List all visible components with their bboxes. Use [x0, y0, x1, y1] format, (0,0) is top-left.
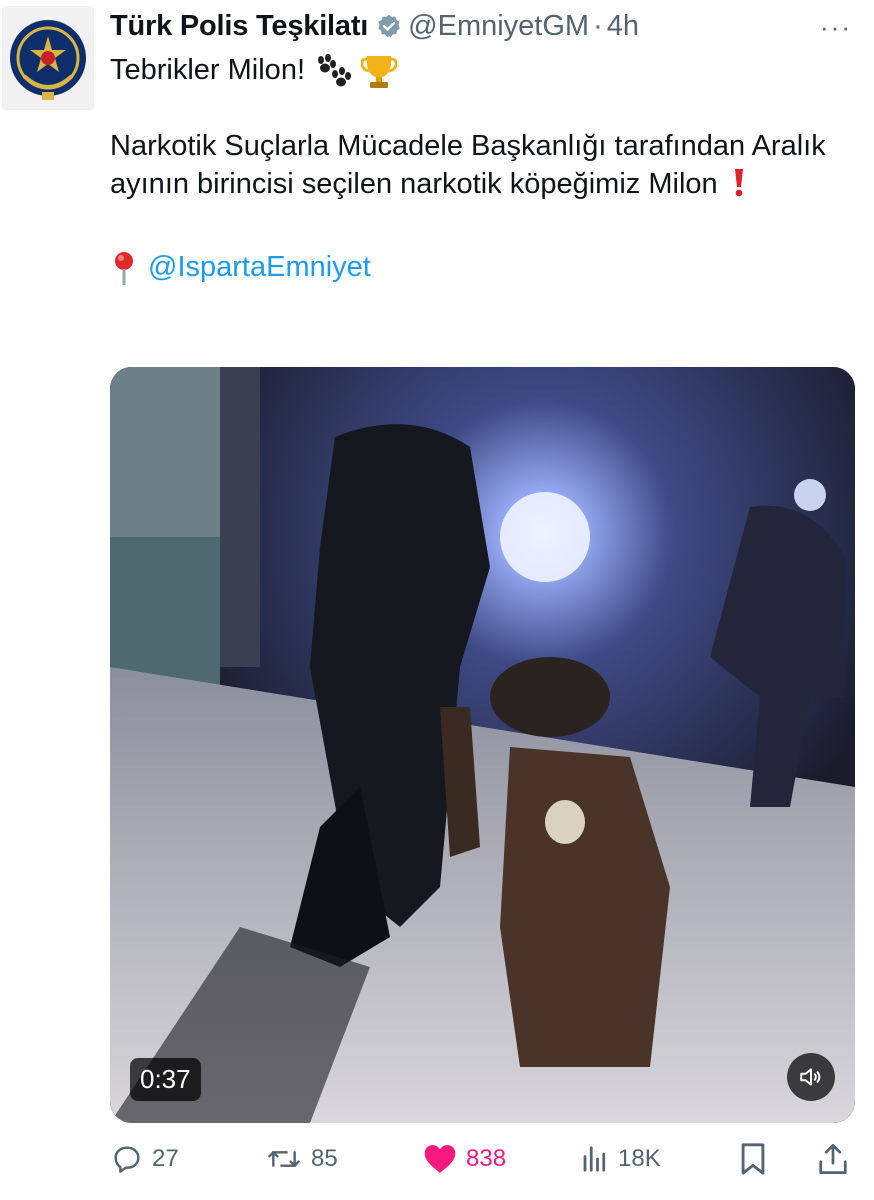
mute-toggle-button[interactable] [787, 1053, 835, 1101]
verified-badge-icon [376, 13, 402, 39]
video-duration: 0:37 [130, 1058, 201, 1101]
police-emblem-icon [10, 20, 86, 100]
bookmark-button[interactable] [738, 1142, 768, 1176]
reply-count: 27 [152, 1145, 179, 1172]
tweet-header: Türk Polis Teşkilatı @EmniyetGM · 4h [110, 6, 870, 46]
tweet-text: Tebrikler Milon! Narkotik Suçlarla Mücad… [110, 52, 860, 287]
views-button[interactable]: 18K [580, 1144, 661, 1174]
header-separator: · [593, 9, 603, 42]
author-handle[interactable]: @EmniyetGM [408, 10, 589, 43]
tweet-text-line1: Tebrikler Milon! [110, 54, 305, 87]
round-pushpin-icon [110, 250, 138, 286]
like-button[interactable]: 838 [422, 1143, 506, 1175]
red-exclamation-icon [732, 167, 746, 197]
tweet-text-paragraph2: Narkotik Suçlarla Mücadele Başkanlığı ta… [110, 130, 826, 200]
share-button[interactable] [818, 1142, 848, 1176]
more-options-icon[interactable]: ··· [820, 12, 852, 43]
paw-prints-icon [313, 54, 353, 88]
repost-icon [268, 1151, 300, 1167]
like-count: 838 [466, 1145, 507, 1172]
repost-count: 85 [311, 1145, 338, 1172]
reply-button[interactable]: 27 [110, 1143, 179, 1175]
repost-button[interactable]: 85 [265, 1143, 338, 1175]
trophy-icon [361, 52, 397, 90]
share-icon [819, 1144, 847, 1174]
views-chart-icon [583, 1146, 606, 1172]
author-name[interactable]: Türk Polis Teşkilatı [110, 10, 368, 43]
speaker-muted-icon [800, 1068, 821, 1086]
heart-icon [424, 1145, 456, 1173]
bookmark-icon [741, 1143, 765, 1175]
views-count: 18K [618, 1145, 661, 1172]
avatar[interactable] [2, 6, 94, 110]
reply-icon [114, 1146, 140, 1173]
action-bar: 27 85 838 18K [110, 1138, 855, 1180]
video-player[interactable]: 0:37 [110, 367, 855, 1123]
video-thumbnail [110, 367, 855, 1123]
tweet-time[interactable]: 4h [607, 10, 639, 43]
mention-link[interactable]: @IspartaEmniyet [148, 249, 371, 287]
